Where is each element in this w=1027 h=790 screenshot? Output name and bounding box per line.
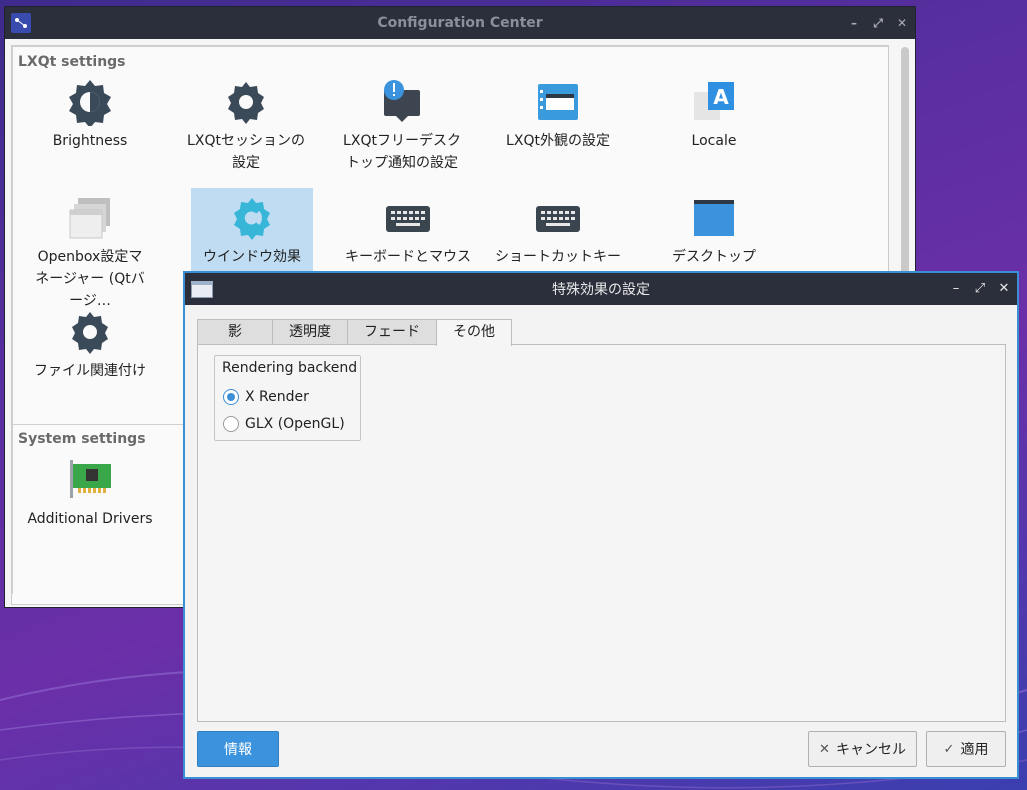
tile-notification[interactable]: LXQtフリーデスクトップ通知の設定 — [341, 72, 463, 180]
keyboard-icon — [536, 206, 580, 232]
tile-openbox[interactable]: Openbox設定マネージャー (Qtバージ… — [29, 188, 151, 309]
gear-icon — [228, 82, 264, 124]
cc-title: Configuration Center — [377, 15, 543, 31]
tile-appearance[interactable]: LXQt外観の設定 — [497, 72, 619, 180]
close-icon[interactable]: ✕ — [895, 16, 909, 30]
system-section-title: System settings — [18, 431, 146, 447]
brightness-icon — [69, 80, 111, 126]
tab-other[interactable]: その他 — [436, 319, 512, 346]
tile-label: ウインドウ効果 — [203, 249, 301, 265]
group-title: Rendering backend — [222, 360, 358, 376]
radio-glx[interactable]: GLX (OpenGL) — [223, 416, 345, 432]
tile-label: LXQt外観の設定 — [506, 133, 610, 149]
cancel-button[interactable]: ✕ キャンセル — [808, 731, 917, 767]
tab-transparency[interactable]: 透明度 — [272, 319, 348, 345]
tile-label: ファイル関連付け — [34, 363, 146, 379]
radio-label: GLX (OpenGL) — [245, 416, 345, 432]
tile-label: LXQtフリーデスクトップ通知の設定 — [343, 133, 461, 171]
close-icon: ✕ — [819, 741, 830, 757]
tile-file-associations[interactable]: ファイル関連付け — [23, 302, 157, 410]
apply-button[interactable]: ✓ 適用 — [926, 731, 1006, 767]
cancel-button-label: キャンセル — [835, 742, 906, 758]
desktop-icon — [694, 200, 734, 236]
tile-label: Locale — [691, 133, 737, 149]
cc-titlebar[interactable]: Configuration Center – ⤢ ✕ — [5, 7, 915, 39]
minimize-icon[interactable]: – — [949, 282, 963, 296]
radio-button-checked[interactable] — [223, 389, 239, 405]
keyboard-icon — [386, 206, 430, 232]
window-effects-icon — [234, 198, 270, 240]
tab-shadow[interactable]: 影 — [197, 319, 273, 345]
tile-label: キーボードとマウス — [345, 249, 471, 265]
maximize-icon[interactable]: ⤢ — [973, 282, 987, 296]
radio-x-render[interactable]: X Render — [223, 389, 309, 405]
minimize-icon[interactable]: – — [847, 16, 861, 30]
tile-additional-drivers[interactable]: Additional Drivers — [23, 450, 157, 558]
tile-label: Additional Drivers — [27, 511, 153, 527]
tile-locale[interactable]: A Locale — [653, 72, 775, 180]
close-icon[interactable]: ✕ — [997, 282, 1011, 296]
tab-panel-other: Rendering backend X Render GLX (OpenGL) — [197, 344, 1006, 722]
dialog-title: 特殊効果の設定 — [552, 282, 650, 298]
tile-lxqt-session[interactable]: LXQtセッションの設定 — [185, 72, 307, 180]
notification-icon — [384, 80, 420, 122]
apply-button-label: 適用 — [960, 742, 989, 758]
tile-brightness[interactable]: Brightness — [29, 72, 151, 180]
info-button[interactable]: 情報 — [197, 731, 279, 767]
tab-fade[interactable]: フェード — [347, 319, 437, 345]
radio-label: X Render — [245, 389, 309, 405]
maximize-icon[interactable]: ⤢ — [871, 16, 885, 30]
radio-button[interactable] — [223, 416, 239, 432]
gear-icon — [72, 312, 108, 354]
cc-scrollbar[interactable] — [901, 47, 909, 277]
openbox-icon — [69, 198, 110, 239]
locale-icon: A — [694, 82, 734, 120]
pci-card-icon — [70, 460, 111, 498]
tile-label: LXQtセッションの設定 — [187, 133, 305, 171]
effects-dialog: 特殊効果の設定 – ⤢ ✕ 影 透明度 フェード その他 Rendering b… — [183, 271, 1019, 779]
tile-label: デスクトップ — [672, 249, 756, 265]
rendering-backend-group: Rendering backend X Render GLX (OpenGL) — [214, 355, 361, 441]
check-icon: ✓ — [943, 741, 955, 757]
info-button-label: 情報 — [224, 742, 252, 758]
svg-text:A: A — [713, 85, 729, 109]
appearance-icon — [538, 84, 578, 120]
lxqt-section-title: LXQt settings — [18, 54, 126, 70]
dialog-titlebar[interactable]: 特殊効果の設定 – ⤢ ✕ — [185, 273, 1017, 305]
tile-label: ショートカットキー — [495, 249, 621, 265]
tab-bar: 影 透明度 フェード その他 — [197, 319, 512, 346]
app-icon — [11, 13, 31, 33]
tile-label: Brightness — [52, 133, 128, 149]
window-icon — [191, 281, 213, 298]
